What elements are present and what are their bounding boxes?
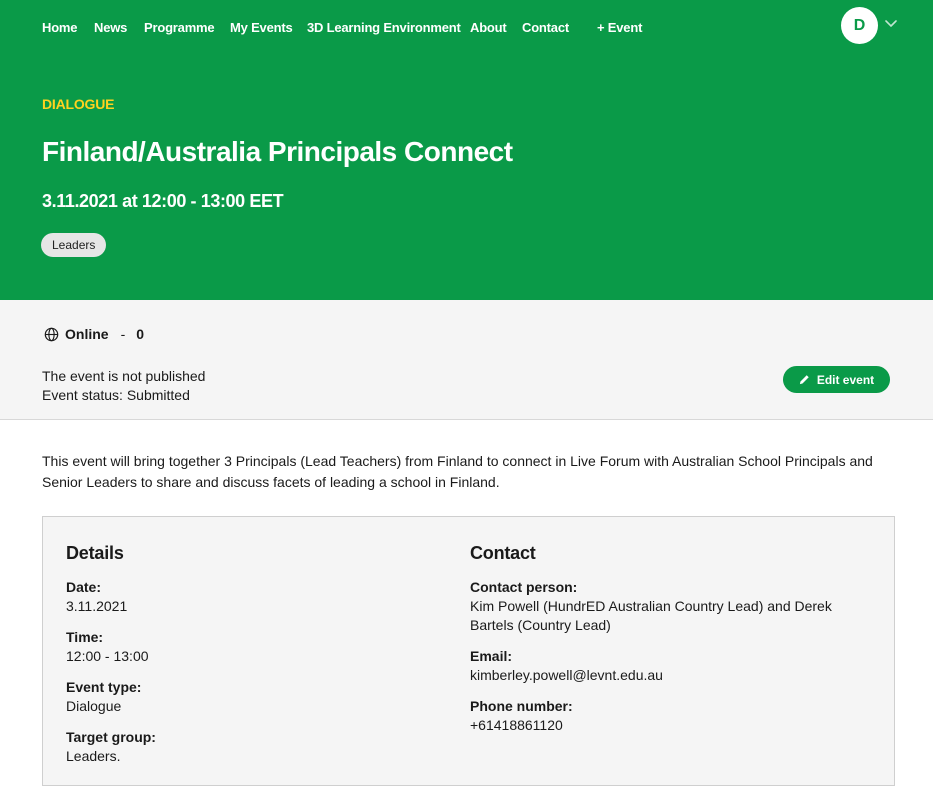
detail-event-type: Event type: Dialogue	[66, 678, 436, 716]
event-description: This event will bring together 3 Princip…	[42, 453, 873, 490]
target-group-tag: Leaders	[41, 233, 107, 257]
detail-date-value: 3.11.2021	[66, 598, 128, 614]
detail-time-value: 12:00 - 13:00	[66, 648, 149, 664]
event-info-bar: Online - 0 The event is not published Ev…	[0, 300, 933, 420]
details-column: Details Date: 3.11.2021 Time: 12:00 - 13…	[66, 543, 436, 778]
nav-my-events[interactable]: My Events	[230, 20, 293, 35]
contact-column: Contact Contact person: Kim Powell (Hund…	[470, 543, 865, 747]
globe-icon	[44, 327, 59, 341]
details-heading: Details	[66, 543, 124, 563]
contact-heading: Contact	[470, 543, 536, 563]
edit-event-label: Edit event	[816, 372, 875, 387]
nav-home[interactable]: Home	[42, 20, 78, 35]
event-category: DIALOGUE	[42, 96, 115, 112]
contact-person: Contact person: Kim Powell (HundrED Aust…	[470, 578, 865, 635]
page-title: Finland/Australia Principals Connect	[42, 136, 513, 167]
contact-email: Email: kimberley.powell@levnt.edu.au	[470, 647, 865, 685]
detail-date: Date: 3.11.2021	[66, 578, 436, 616]
detail-event-type-value: Dialogue	[66, 698, 122, 714]
detail-event-type-label: Event type:	[66, 679, 142, 695]
publish-status: The event is not published	[42, 368, 206, 384]
nav-programme[interactable]: Programme	[144, 20, 215, 35]
nav-contact[interactable]: Contact	[522, 20, 569, 35]
main-nav: Home News Programme My Events 3D Learnin…	[0, 0, 933, 56]
location-separator: -	[120, 326, 126, 342]
contact-person-label: Contact person:	[470, 579, 578, 595]
detail-target-group: Target group: Leaders.	[66, 728, 436, 766]
event-location: Online - 0	[44, 326, 144, 342]
nav-news[interactable]: News	[94, 20, 127, 35]
participant-count: 0	[136, 326, 145, 342]
detail-time: Time: 12:00 - 13:00	[66, 628, 436, 666]
contact-email-value[interactable]: kimberley.powell@levnt.edu.au	[470, 666, 865, 685]
pencil-icon	[799, 375, 809, 385]
detail-target-group-value: Leaders.	[66, 748, 121, 764]
location-label: Online	[65, 326, 109, 342]
nav-3d-learning-environment[interactable]: 3D Learning Environment	[307, 20, 461, 35]
submission-status: Event status: Submitted	[42, 387, 190, 403]
event-details-card: Details Date: 3.11.2021 Time: 12:00 - 13…	[42, 516, 895, 786]
contact-email-label: Email:	[470, 648, 513, 664]
contact-phone-value[interactable]: +61418861120	[470, 716, 865, 735]
chevron-down-icon[interactable]	[884, 19, 898, 29]
event-datetime: 3.11.2021 at 12:00 - 13:00 EET	[42, 191, 284, 211]
detail-time-label: Time:	[66, 629, 104, 645]
event-status: The event is not published Event status:…	[42, 367, 205, 405]
edit-event-button[interactable]: Edit event	[783, 366, 890, 393]
nav-add-event[interactable]: + Event	[597, 20, 642, 35]
user-avatar[interactable]: D	[841, 7, 878, 44]
event-hero: Home News Programme My Events 3D Learnin…	[0, 0, 933, 300]
detail-date-label: Date:	[66, 579, 102, 595]
contact-phone-label: Phone number:	[470, 698, 573, 714]
nav-about[interactable]: About	[470, 20, 507, 35]
contact-phone: Phone number: +61418861120	[470, 697, 865, 735]
contact-person-value: Kim Powell (HundrED Australian Country L…	[470, 598, 832, 633]
detail-target-group-label: Target group:	[66, 729, 156, 745]
